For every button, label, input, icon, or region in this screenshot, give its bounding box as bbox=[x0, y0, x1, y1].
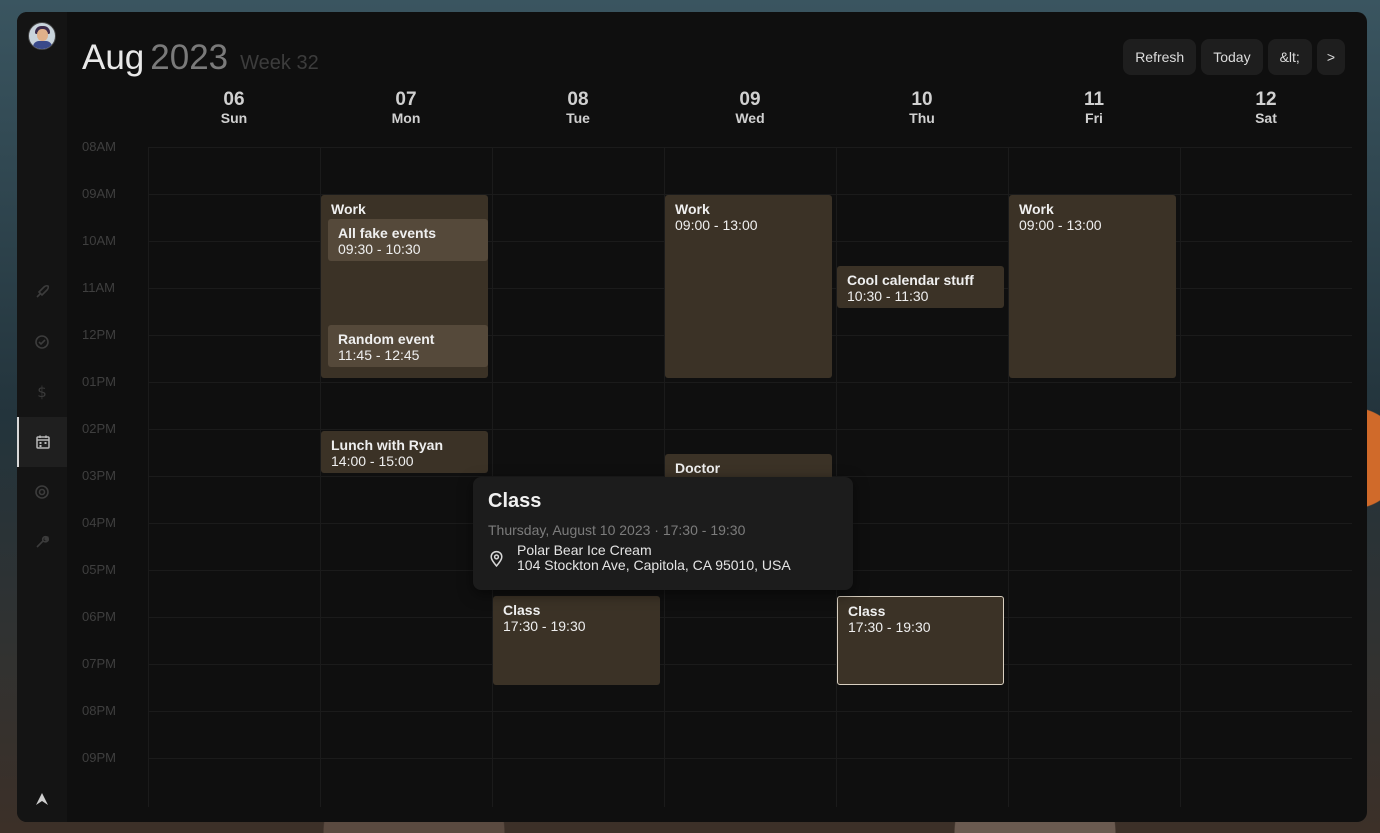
event-time: 09:30 - 10:30 bbox=[338, 241, 421, 257]
next-week-button[interactable]: > bbox=[1316, 39, 1345, 75]
day-name: Wed bbox=[735, 110, 765, 126]
week-label: Week 32 bbox=[240, 52, 319, 74]
event-mon-all-fake-events[interactable]: All fake events 09:30 - 10:30 bbox=[328, 219, 488, 261]
today-button[interactable]: Today bbox=[1201, 39, 1263, 75]
event-fri-work[interactable]: Work 09:00 - 13:00 bbox=[1009, 195, 1176, 378]
page-title: Aug 2023 Week 32 bbox=[82, 38, 319, 78]
time-label: 09AM bbox=[82, 186, 116, 201]
day-header-sat: 12 Sat bbox=[1180, 90, 1352, 127]
day-header-fri: 11 Fri bbox=[1008, 90, 1180, 127]
time-label: 07PM bbox=[82, 656, 116, 671]
day-number: 11 bbox=[1083, 89, 1105, 110]
event-title: Work bbox=[675, 201, 710, 217]
event-time: 09:00 - 13:00 bbox=[1019, 217, 1102, 233]
day-header-thu: 10 Thu bbox=[836, 90, 1008, 127]
day-number: 06 bbox=[223, 89, 245, 110]
check-circle-icon[interactable] bbox=[17, 317, 67, 367]
app-logo-icon[interactable] bbox=[17, 791, 67, 810]
time-label: 05PM bbox=[82, 562, 116, 577]
event-title: Work bbox=[1019, 201, 1054, 217]
calendar-window: $ Aug 2023 Week 32 Refresh Today &lt; > 06… bbox=[17, 12, 1367, 822]
event-mon-lunch-with-ryan[interactable]: Lunch with Ryan 14:00 - 15:00 bbox=[321, 431, 488, 473]
day-name: Sun bbox=[220, 110, 248, 126]
event-mon-random-event[interactable]: Random event 11:45 - 12:45 bbox=[328, 325, 488, 367]
time-label: 12PM bbox=[82, 327, 116, 342]
day-header-wed: 09 Wed bbox=[664, 90, 836, 127]
event-title: Cool calendar stuff bbox=[847, 272, 974, 288]
dollar-icon[interactable]: $ bbox=[17, 367, 67, 417]
day-name: Fri bbox=[1085, 110, 1103, 126]
event-time: 14:00 - 15:00 bbox=[331, 453, 414, 469]
event-tue-class[interactable]: Class 17:30 - 19:30 bbox=[493, 596, 660, 685]
popup-title: Class bbox=[488, 490, 542, 512]
event-thu-cool-calendar-stuff[interactable]: Cool calendar stuff 10:30 - 11:30 bbox=[837, 266, 1004, 308]
time-label: 11AM bbox=[82, 280, 115, 295]
day-number: 07 bbox=[395, 89, 417, 110]
calendar-icon[interactable] bbox=[17, 417, 67, 467]
month-label: Aug bbox=[82, 38, 145, 77]
refresh-button[interactable]: Refresh bbox=[1123, 39, 1197, 75]
time-label: 09PM bbox=[82, 750, 116, 765]
event-title: Lunch with Ryan bbox=[331, 437, 443, 453]
day-number: 10 bbox=[911, 89, 933, 110]
day-name: Sat bbox=[1255, 110, 1277, 126]
time-label: 03PM bbox=[82, 468, 116, 483]
day-name: Mon bbox=[391, 110, 421, 126]
target-icon[interactable] bbox=[17, 467, 67, 517]
time-label: 10AM bbox=[82, 233, 116, 248]
rocket-icon[interactable] bbox=[17, 267, 67, 317]
day-name: Tue bbox=[566, 110, 590, 126]
prev-week-button[interactable]: &lt; bbox=[1267, 39, 1312, 75]
event-title: Class bbox=[848, 603, 886, 619]
day-name: Thu bbox=[909, 110, 935, 126]
time-label: 06PM bbox=[82, 609, 116, 624]
time-label: 02PM bbox=[82, 421, 116, 436]
wrench-icon[interactable] bbox=[17, 517, 67, 567]
popup-location: Polar Bear Ice Cream 104 Stockton Ave, C… bbox=[488, 543, 791, 573]
day-header-sun: 06 Sun bbox=[148, 90, 320, 127]
event-title: Work bbox=[331, 201, 366, 217]
event-wed-work[interactable]: Work 09:00 - 13:00 bbox=[665, 195, 832, 378]
event-time: 09:00 - 13:00 bbox=[675, 217, 758, 233]
event-details-popup: Class Thursday, August 10 2023 · 17:30 -… bbox=[473, 477, 853, 590]
event-time: 17:30 - 19:30 bbox=[503, 618, 586, 634]
sidebar: $ bbox=[17, 12, 67, 822]
event-time: 10:30 - 11:30 bbox=[847, 288, 929, 304]
event-title: Class bbox=[503, 602, 541, 618]
day-number: 12 bbox=[1255, 89, 1277, 110]
year-label: 2023 bbox=[150, 38, 229, 77]
time-label: 08AM bbox=[82, 139, 116, 154]
event-time: 17:30 - 19:30 bbox=[848, 619, 931, 635]
event-thu-class-selected[interactable]: Class 17:30 - 19:30 bbox=[837, 596, 1004, 685]
location-pin-icon bbox=[490, 550, 503, 567]
day-header-tue: 08 Tue bbox=[492, 90, 664, 127]
event-title: Random event bbox=[338, 331, 435, 347]
toolbar: Refresh Today &lt; > bbox=[1123, 39, 1345, 75]
user-avatar[interactable] bbox=[28, 22, 56, 50]
time-label: 08PM bbox=[82, 703, 116, 718]
popup-location-address: 104 Stockton Ave, Capitola, CA 95010, US… bbox=[517, 557, 791, 573]
time-label: 04PM bbox=[82, 515, 116, 530]
popup-date: Thursday, August 10 2023 · 17:30 - 19:30 bbox=[488, 522, 746, 538]
popup-location-name: Polar Bear Ice Cream bbox=[517, 542, 652, 558]
event-title: All fake events bbox=[338, 225, 437, 241]
time-label: 01PM bbox=[82, 374, 116, 389]
event-title: Doctor bbox=[675, 460, 721, 476]
day-number: 09 bbox=[739, 89, 761, 110]
day-number: 08 bbox=[567, 89, 589, 110]
event-time: 11:45 - 12:45 bbox=[338, 347, 420, 363]
day-header-mon: 07 Mon bbox=[320, 90, 492, 127]
